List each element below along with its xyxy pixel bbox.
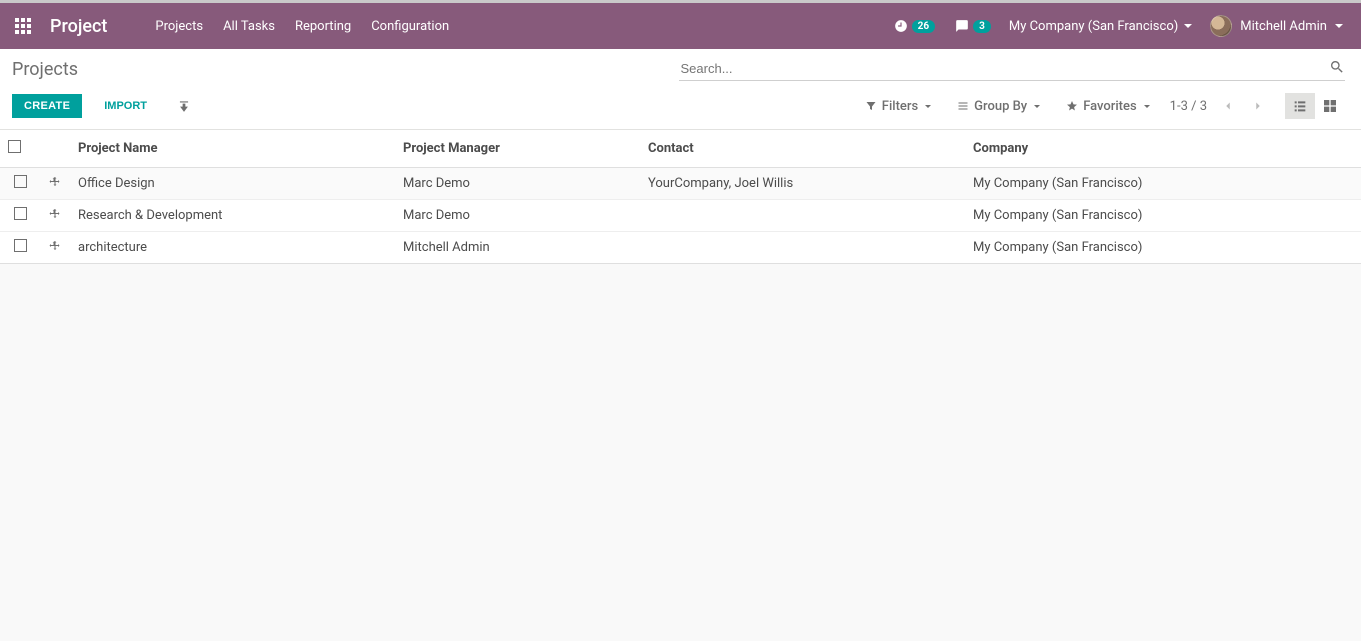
chevron-down-icon (1144, 105, 1150, 108)
row-checkbox[interactable] (14, 207, 27, 220)
apps-icon (15, 18, 31, 34)
user-name: Mitchell Admin (1240, 19, 1327, 34)
pager-text[interactable]: 1-3 / 3 (1170, 99, 1207, 114)
row-checkbox[interactable] (14, 239, 27, 252)
cell-name: Research & Development (70, 200, 395, 232)
filters-label: Filters (882, 99, 918, 114)
table-row[interactable]: architecture Mitchell Admin My Company (… (0, 232, 1361, 264)
search-icon[interactable] (1329, 59, 1345, 75)
cell-manager: Mitchell Admin (395, 232, 640, 264)
select-all-checkbox[interactable] (8, 140, 21, 153)
col-header-manager[interactable]: Project Manager (395, 130, 640, 168)
col-header-name[interactable]: Project Name (70, 130, 395, 168)
star-icon (1066, 100, 1078, 112)
user-menu[interactable]: Mitchell Admin (1200, 3, 1355, 49)
chevron-down-icon (1335, 24, 1343, 28)
cell-name: Office Design (70, 168, 395, 200)
drag-handle-icon[interactable] (49, 208, 61, 220)
chevron-down-icon (1034, 105, 1040, 108)
chevron-down-icon (1184, 24, 1192, 28)
pager-next[interactable] (1249, 97, 1267, 115)
cell-manager: Marc Demo (395, 200, 640, 232)
company-switcher[interactable]: My Company (San Francisco) (1001, 3, 1200, 49)
cell-contact (640, 232, 965, 264)
group-by-label: Group By (974, 99, 1027, 114)
view-kanban-button[interactable] (1315, 93, 1345, 119)
filters-button[interactable]: Filters (865, 99, 931, 114)
nav-reporting[interactable]: Reporting (285, 3, 361, 49)
table-row[interactable]: Office Design Marc Demo YourCompany, Joe… (0, 168, 1361, 200)
filter-icon (865, 100, 877, 112)
list-view-icon (1292, 98, 1308, 114)
favorites-label: Favorites (1083, 99, 1136, 114)
nav-all-tasks[interactable]: All Tasks (213, 3, 285, 49)
group-by-button[interactable]: Group By (957, 99, 1040, 114)
view-list-button[interactable] (1285, 93, 1315, 119)
favorites-button[interactable]: Favorites (1066, 99, 1149, 114)
cell-contact (640, 200, 965, 232)
nav-projects[interactable]: Projects (145, 3, 213, 49)
kanban-view-icon (1322, 98, 1338, 114)
messages-badge: 3 (973, 20, 991, 33)
nav-configuration[interactable]: Configuration (361, 3, 459, 49)
col-header-contact[interactable]: Contact (640, 130, 965, 168)
messages-button[interactable]: 3 (945, 3, 1001, 49)
company-name: My Company (San Francisco) (1009, 19, 1178, 34)
avatar (1210, 15, 1232, 37)
row-checkbox[interactable] (14, 175, 27, 188)
pager-prev[interactable] (1219, 97, 1237, 115)
cell-manager: Marc Demo (395, 168, 640, 200)
cell-company: My Company (San Francisco) (965, 232, 1361, 264)
search-input[interactable] (679, 57, 1346, 81)
apps-button[interactable] (0, 3, 46, 49)
breadcrumb: Projects (12, 59, 78, 80)
cell-contact: YourCompany, Joel Willis (640, 168, 965, 200)
app-brand[interactable]: Project (46, 16, 125, 37)
create-button[interactable]: Create (12, 94, 82, 118)
drag-handle-icon[interactable] (49, 240, 61, 252)
chevron-down-icon (925, 105, 931, 108)
cell-name: architecture (70, 232, 395, 264)
clock-icon (894, 19, 908, 33)
cell-company: My Company (San Francisco) (965, 168, 1361, 200)
drag-handle-icon[interactable] (49, 176, 61, 188)
col-header-company[interactable]: Company (965, 130, 1361, 168)
activities-button[interactable]: 26 (884, 3, 945, 49)
activity-badge: 26 (912, 20, 935, 33)
cell-company: My Company (San Francisco) (965, 200, 1361, 232)
list-icon (957, 100, 969, 112)
download-icon[interactable] (177, 99, 191, 113)
import-button[interactable]: Import (92, 94, 159, 118)
chat-icon (955, 19, 969, 33)
table-row[interactable]: Research & Development Marc Demo My Comp… (0, 200, 1361, 232)
